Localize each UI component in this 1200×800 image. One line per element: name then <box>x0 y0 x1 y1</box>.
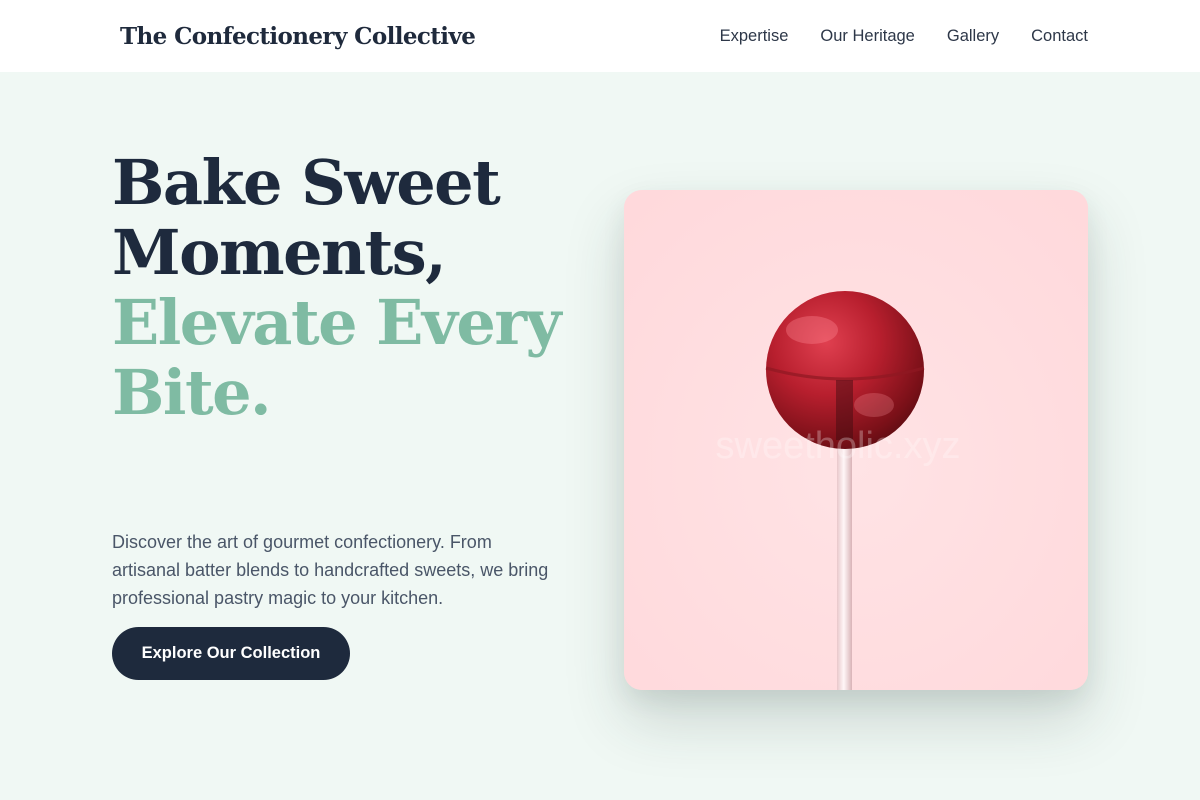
main-nav: Expertise Our Heritage Gallery Contact <box>720 27 1088 46</box>
hero-description: Discover the art of gourmet confectioner… <box>112 532 549 608</box>
nav-link-expertise[interactable]: Expertise <box>720 27 789 46</box>
headline-accent-line-2: Bite. <box>112 356 272 429</box>
nav-link-gallery[interactable]: Gallery <box>947 27 999 46</box>
site-header: The Confectionery Collective Expertise O… <box>0 0 1200 72</box>
image-watermark: sweetholic.xyz <box>716 425 961 467</box>
explore-collection-button[interactable]: Explore Our Collection <box>112 627 350 680</box>
headline-accent-line-1: Elevate Every <box>112 286 562 359</box>
headline-dark-line-2: Moments, <box>112 216 447 289</box>
hero-headline: Bake Sweet Moments, Elevate Every Bite. <box>112 146 562 429</box>
nav-link-our-heritage[interactable]: Our Heritage <box>820 27 914 46</box>
candy-highlight-lower <box>854 393 894 417</box>
brand-logo-text[interactable]: The Confectionery Collective <box>120 23 476 50</box>
nav-link-contact[interactable]: Contact <box>1031 27 1088 46</box>
headline-dark-line-1: Bake Sweet <box>112 146 501 219</box>
candy-highlight <box>786 316 838 344</box>
hero-image-card: sweetholic.xyz <box>624 190 1088 690</box>
lollipop-illustration: sweetholic.xyz <box>624 190 1088 690</box>
